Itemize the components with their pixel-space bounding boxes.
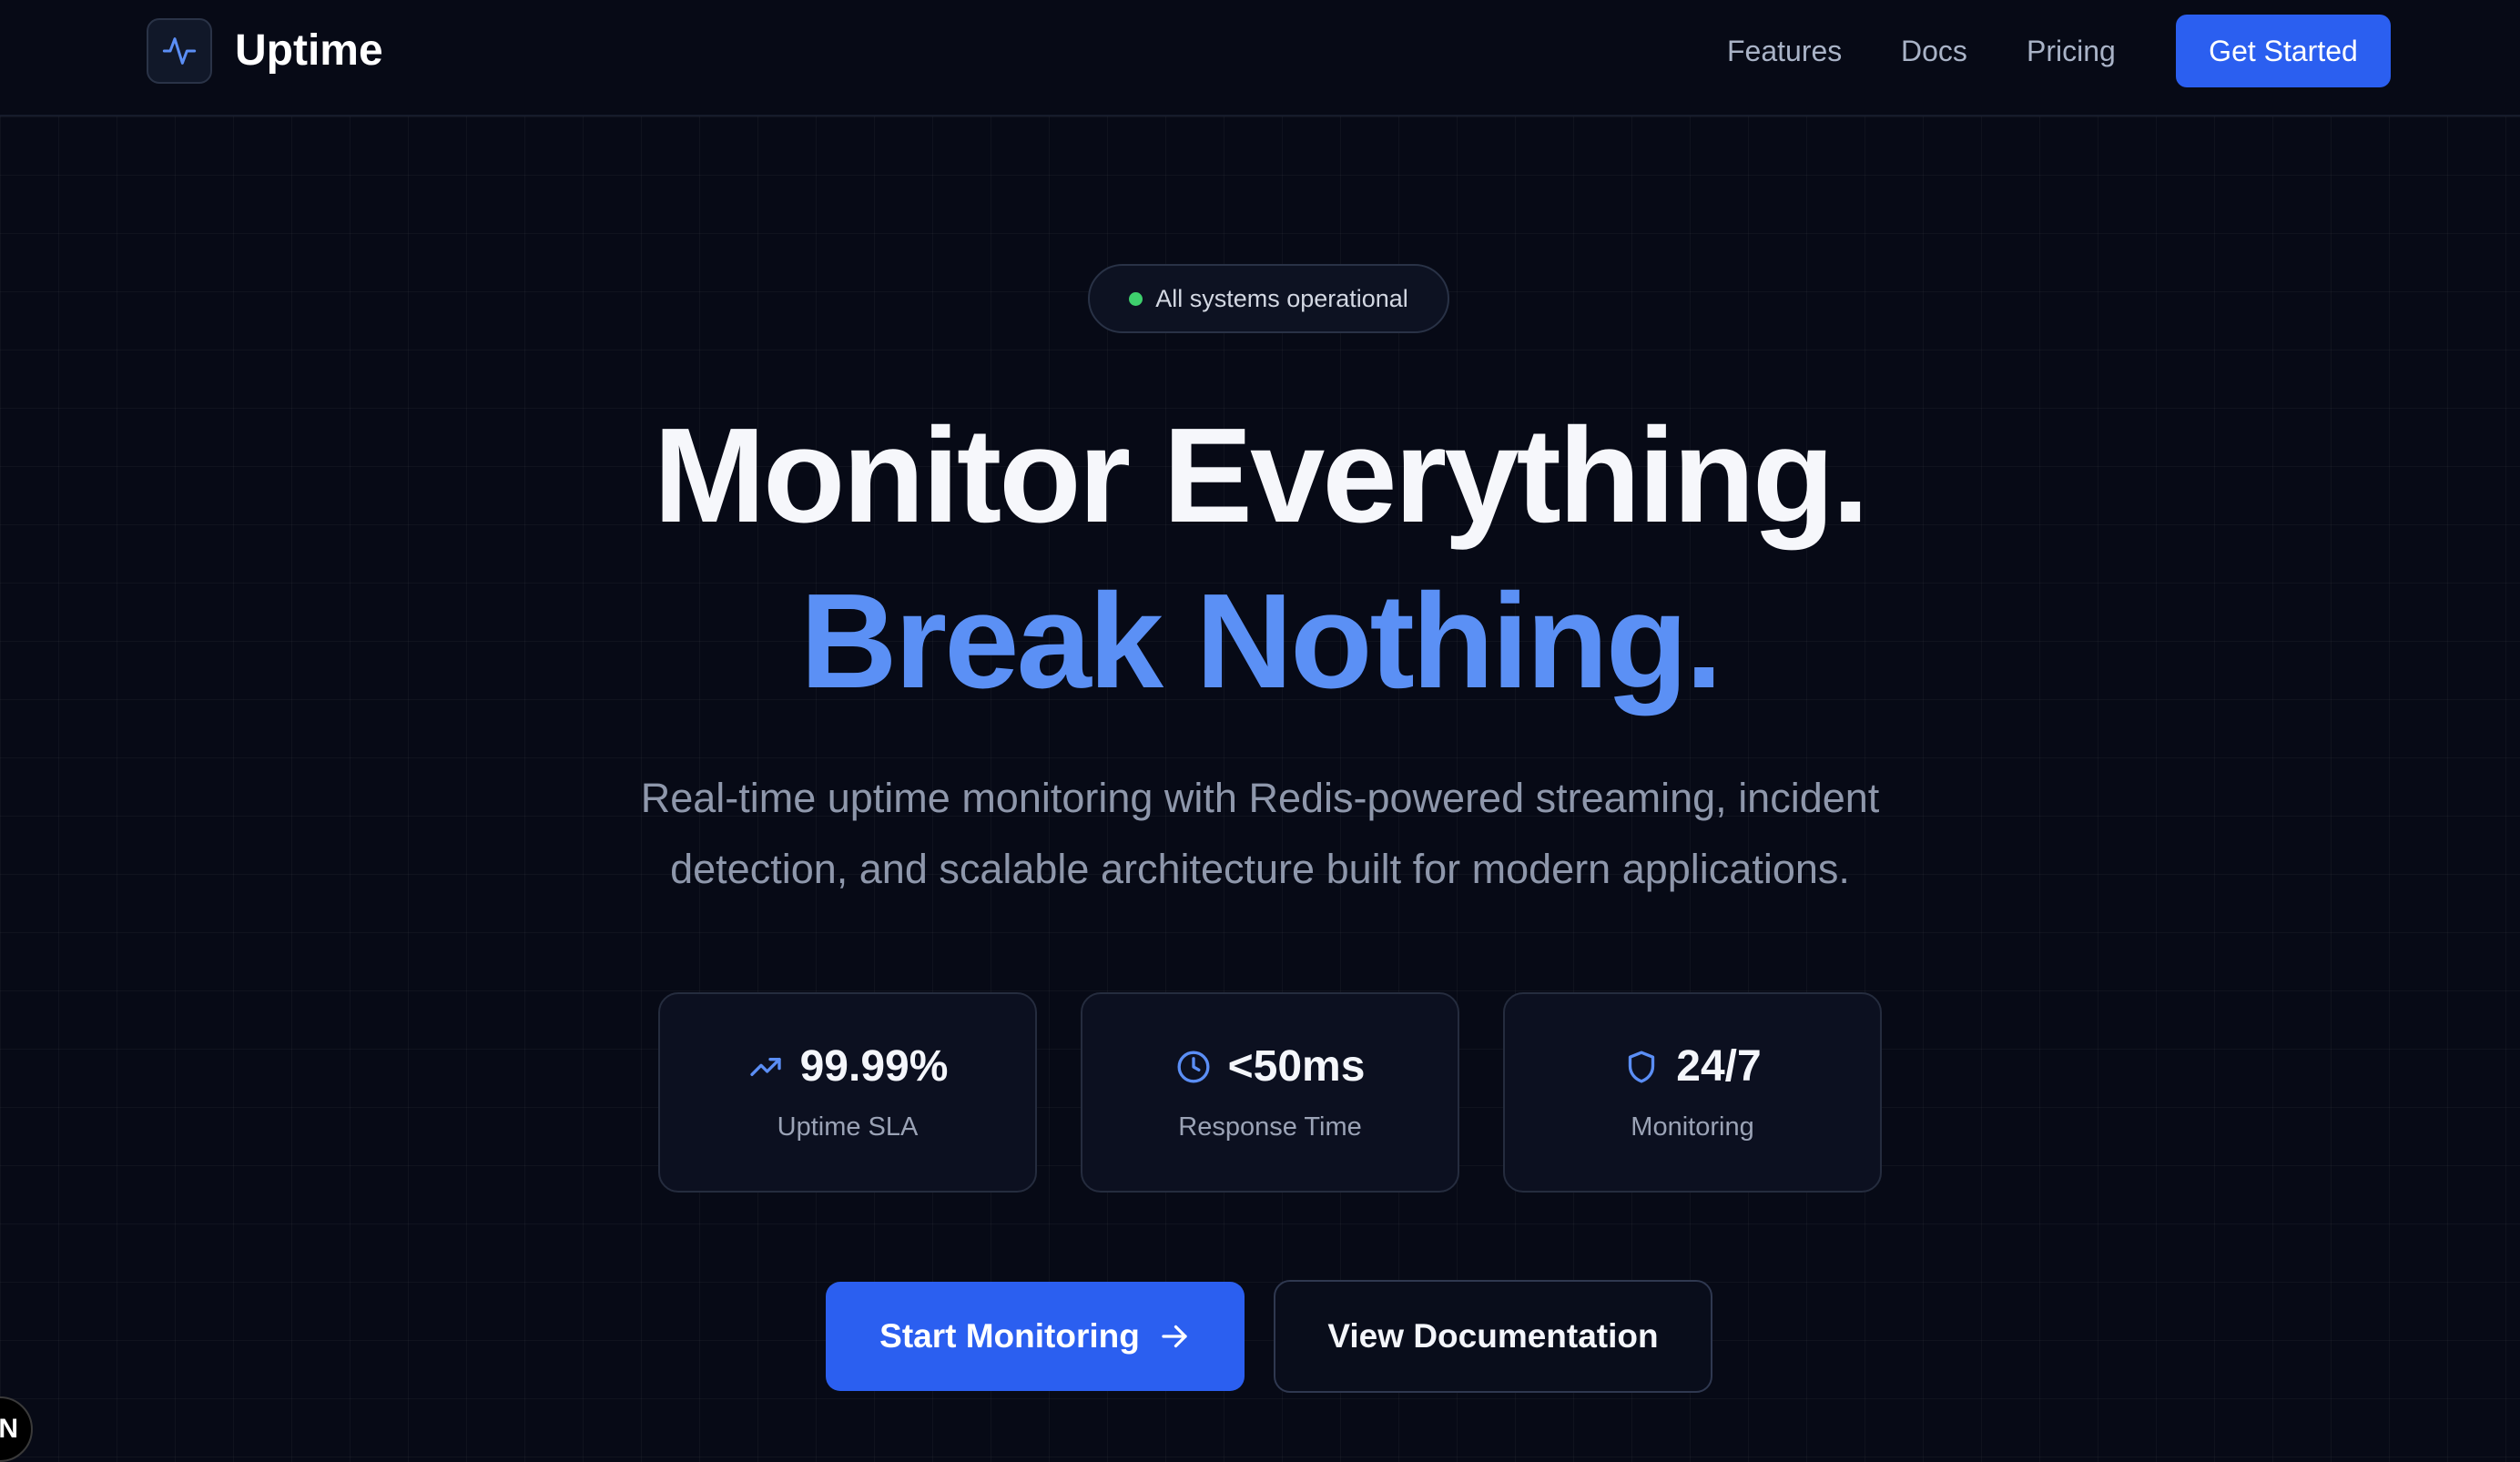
nav-link-docs[interactable]: Docs (1901, 33, 1967, 69)
status-badge: All systems operational (1088, 264, 1449, 333)
stat-label: Response Time (1178, 1112, 1362, 1142)
view-documentation-label: View Documentation (1327, 1317, 1659, 1355)
shield-icon (1623, 1049, 1660, 1085)
stat-value: <50ms (1227, 1042, 1366, 1091)
hero-headline-line1: Monitor Everything. (653, 401, 1870, 551)
clock-icon (1175, 1049, 1212, 1085)
logo-mark[interactable] (147, 18, 212, 84)
activity-icon (162, 37, 197, 65)
dev-tools-indicator-label: N (0, 1414, 18, 1444)
view-documentation-button[interactable]: View Documentation (1274, 1280, 1712, 1393)
stat-label: Uptime SLA (777, 1112, 919, 1142)
stat-card-response-time: <50ms Response Time (1081, 992, 1459, 1193)
nav-link-pricing[interactable]: Pricing (2027, 33, 2116, 69)
get-started-button[interactable]: Get Started (2176, 15, 2391, 87)
stat-label: Monitoring (1631, 1112, 1754, 1142)
stat-card-monitoring: 24/7 Monitoring (1503, 992, 1882, 1193)
status-dot-icon (1129, 291, 1143, 306)
brand-name[interactable]: Uptime (235, 25, 383, 77)
status-badge-text: All systems operational (1155, 284, 1408, 312)
stat-value: 99.99% (799, 1042, 949, 1091)
hero-subtitle: Real-time uptime monitoring with Redis-p… (640, 775, 1880, 892)
stat-value: 24/7 (1676, 1042, 1762, 1091)
stat-card-uptime: 99.99% Uptime SLA (658, 992, 1037, 1193)
hero-headline-line2: Break Nothing. (799, 566, 1723, 716)
start-monitoring-button[interactable]: Start Monitoring (826, 1282, 1245, 1391)
arrow-right-icon (1162, 1325, 1187, 1348)
nav-link-features[interactable]: Features (1727, 33, 1842, 69)
start-monitoring-label: Start Monitoring (879, 1317, 1140, 1355)
trending-up-icon (747, 1049, 784, 1085)
top-navbar: Uptime Features Docs Pricing Get Started (0, 0, 2520, 117)
